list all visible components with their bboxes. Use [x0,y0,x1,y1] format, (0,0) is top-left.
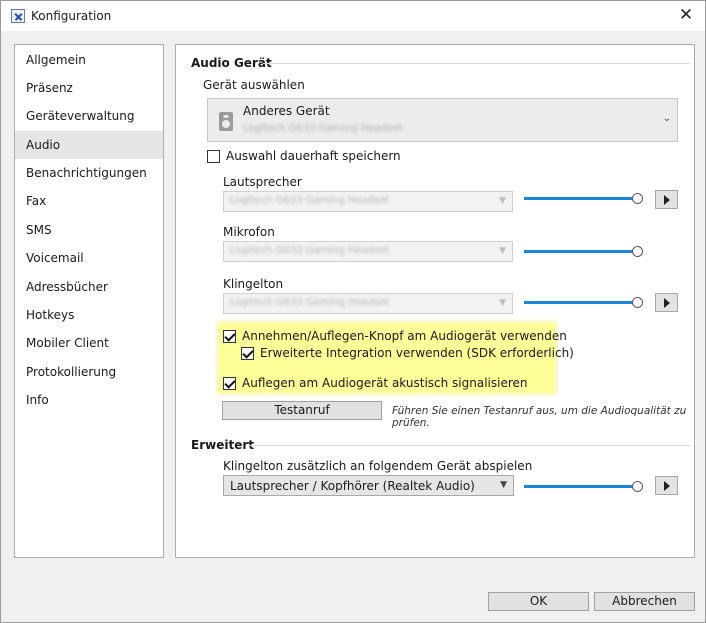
close-icon[interactable]: ✕ [675,5,697,27]
extra-ringtone-volume-slider[interactable] [524,485,639,488]
extended-integration-label: Erweiterte Integration verwenden (SDK er… [260,346,574,360]
hangup-signal-checkbox[interactable] [223,377,236,390]
sidebar-item-adressbuecher[interactable]: Adressbücher [15,273,163,301]
chevron-down-icon: ⌄ [662,113,671,124]
sidebar-item-info[interactable]: Info [15,386,163,414]
device-select-label: Gerät auswählen [203,78,305,92]
device-selector[interactable]: Anderes Gerät Logitech G633 Gaming Heads… [207,98,678,142]
advanced-section-title: Erweitert [191,438,254,452]
save-selection-label: Auswahl dauerhaft speichern [226,149,401,163]
app-logo-icon [11,9,25,23]
extended-integration-checkbox[interactable] [241,347,254,360]
sidebar-item-geraeteverwaltung[interactable]: Geräteverwaltung [15,102,163,130]
sidebar: Allgemein Präsenz Geräteverwaltung Audio… [14,44,164,558]
audio-section-title: Audio Gerät [191,56,272,70]
chevron-down-icon: ▼ [499,246,506,256]
section-divider [263,63,690,64]
section-divider [248,445,690,446]
save-selection-checkbox[interactable] [207,150,220,163]
microphone-volume-thumb[interactable] [632,246,643,257]
chevron-down-icon: ▼ [499,298,506,308]
extra-ringtone-device-value: Lautsprecher / Kopfhörer (Realtek Audio) [230,479,475,493]
speaker-select-value: Logitech G633 Gaming Headset [230,195,390,206]
sidebar-item-allgemein[interactable]: Allgemein [15,46,163,74]
sidebar-item-praesenz[interactable]: Präsenz [15,74,163,102]
device-name: Anderes Gerät [243,104,330,118]
window-title: Konfiguration [31,9,112,23]
sidebar-item-benachrichtigungen[interactable]: Benachrichtigungen [15,159,163,187]
speaker-label: Lautsprecher [223,175,302,189]
device-subtitle: Logitech G633 Gaming Headset [243,123,403,134]
microphone-label: Mikrofon [223,225,275,239]
hangup-signal-label: Auflegen am Audiogerät akustisch signali… [242,376,528,390]
speaker-play-button[interactable] [655,190,678,209]
ringtone-volume-slider[interactable] [524,301,639,304]
test-call-hint: Führen Sie einen Testanruf aus, um die A… [392,405,687,429]
microphone-select-value: Logitech G633 Gaming Headset [230,245,390,256]
sidebar-item-protokollierung[interactable]: Protokollierung [15,358,163,386]
speaker-volume-thumb[interactable] [632,193,643,204]
extra-ringtone-device-select[interactable]: Lautsprecher / Kopfhörer (Realtek Audio)… [223,475,514,496]
sidebar-item-voicemail[interactable]: Voicemail [15,244,163,272]
microphone-volume-slider[interactable] [524,250,639,253]
microphone-select[interactable]: Logitech G633 Gaming Headset ▼ [223,241,513,262]
ringtone-select-value: Logitech G633 Gaming Headset [230,297,390,308]
cancel-button[interactable]: Abbrechen [594,592,695,611]
config-window: Konfiguration ✕ Allgemein Präsenz Geräte… [0,0,706,623]
sidebar-item-hotkeys[interactable]: Hotkeys [15,301,163,329]
sidebar-item-audio[interactable]: Audio [15,131,163,159]
ringtone-select[interactable]: Logitech G633 Gaming Headset ▼ [223,293,513,314]
ringtone-play-button[interactable] [655,293,678,312]
speaker-volume-slider[interactable] [524,197,639,200]
ringtone-label: Klingelton [223,277,284,291]
extra-ringtone-volume-thumb[interactable] [632,481,643,492]
ok-button[interactable]: OK [488,592,589,611]
ringtone-volume-thumb[interactable] [632,297,643,308]
sidebar-item-mobiler-client[interactable]: Mobiler Client [15,329,163,357]
chevron-down-icon: ▼ [500,480,507,490]
chevron-down-icon: ▼ [499,196,506,206]
extra-ringtone-play-button[interactable] [655,476,678,495]
use-button-checkbox[interactable] [223,330,236,343]
sidebar-item-fax[interactable]: Fax [15,187,163,215]
sidebar-item-sms[interactable]: SMS [15,216,163,244]
audio-settings-panel: Audio Gerät Gerät auswählen Anderes Gerä… [175,44,695,558]
speaker-select[interactable]: Logitech G633 Gaming Headset ▼ [223,191,513,212]
extra-ringtone-label: Klingelton zusätzlich an folgendem Gerät… [223,459,533,473]
test-call-button[interactable]: Testanruf [222,401,382,420]
speaker-icon [219,112,233,131]
title-bar: Konfiguration ✕ [1,1,705,31]
use-button-label: Annehmen/Auflegen-Knopf am Audiogerät ve… [242,329,567,343]
